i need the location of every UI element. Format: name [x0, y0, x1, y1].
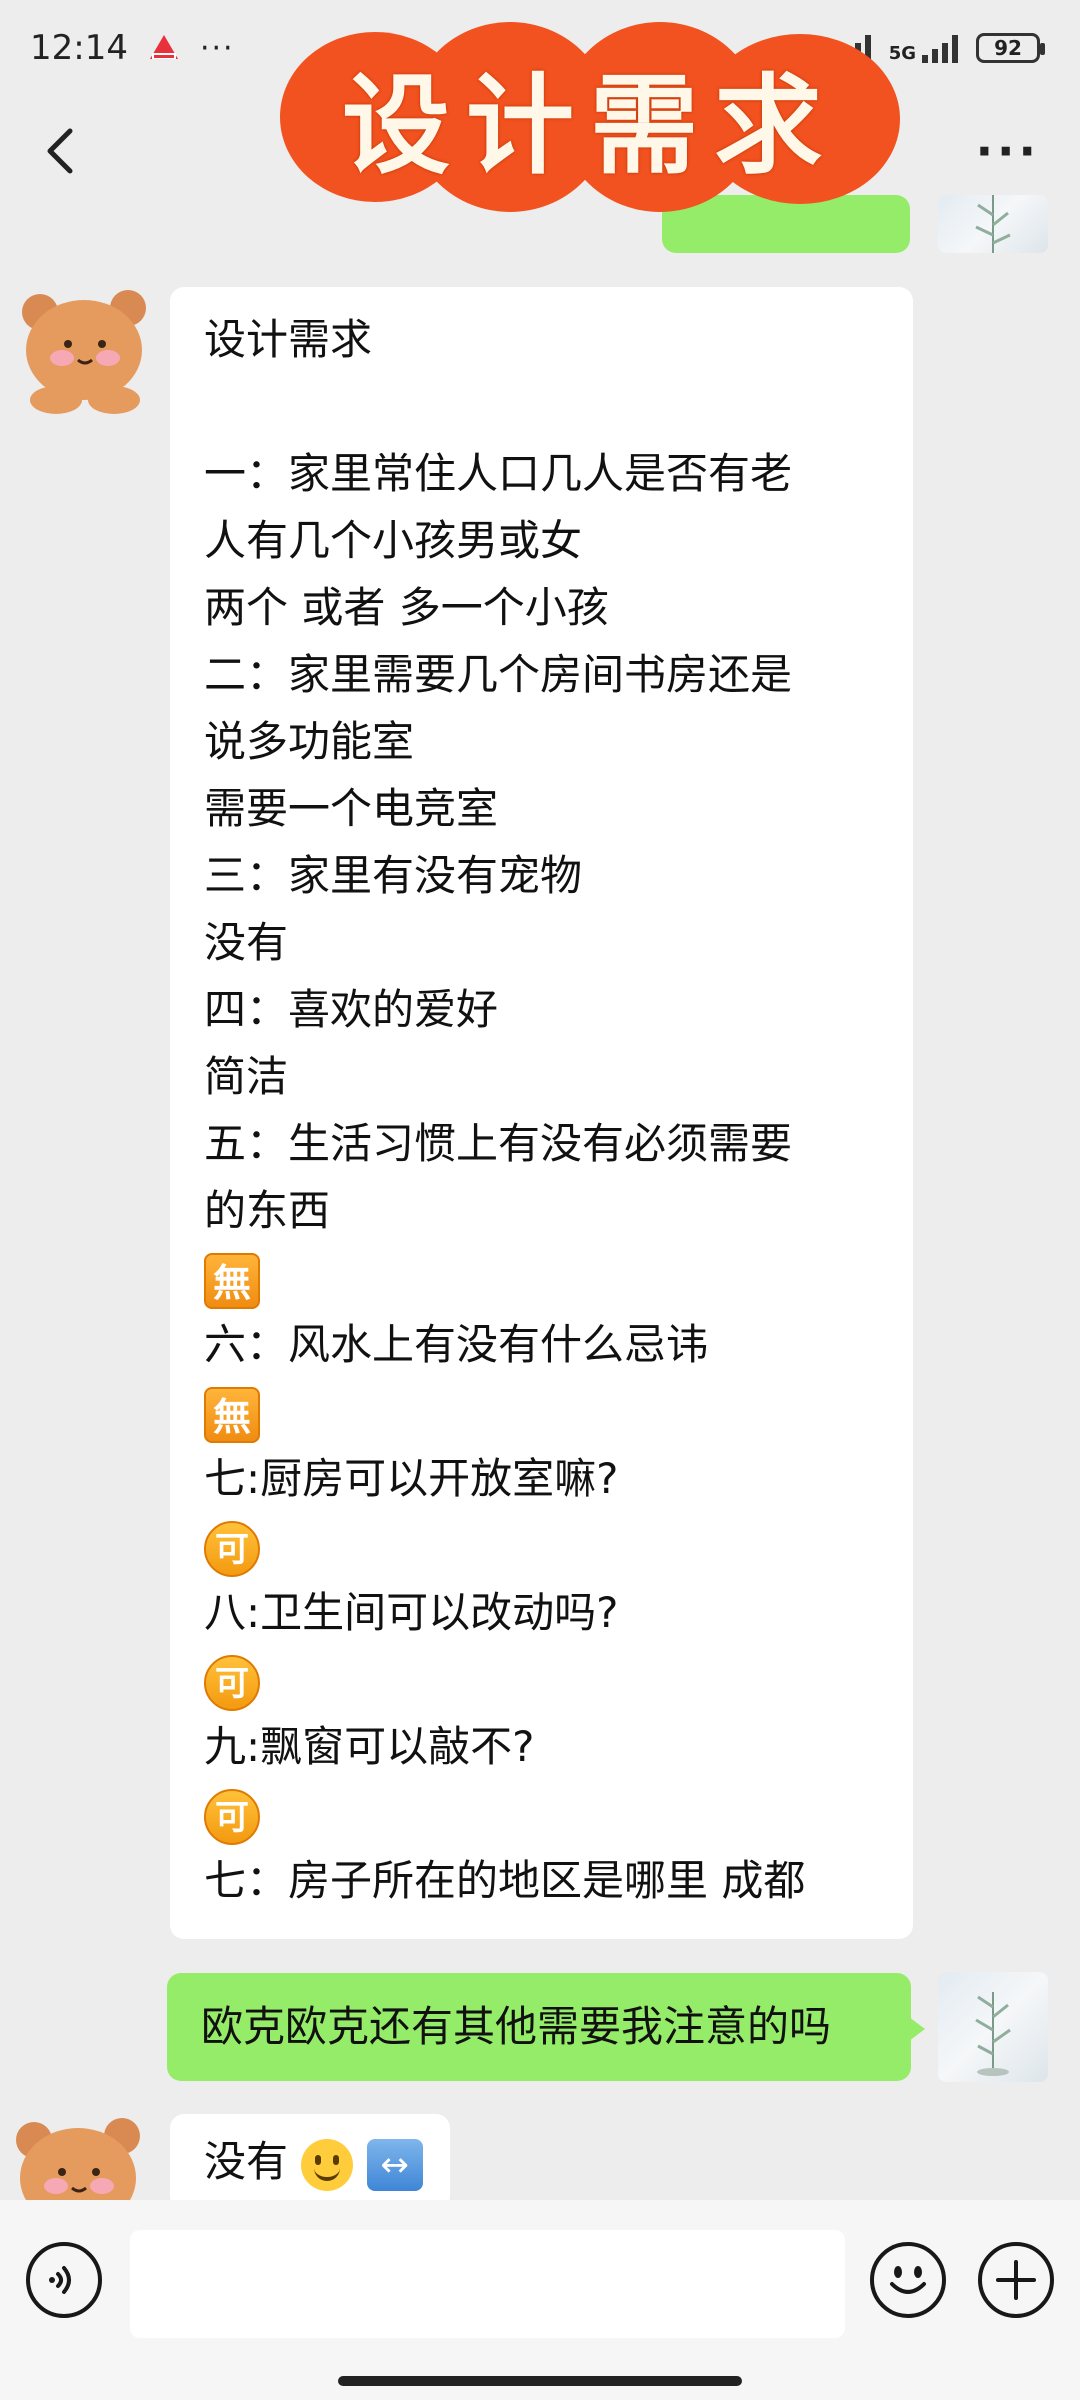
emoji-line: 無	[204, 1378, 879, 1445]
plant-icon	[975, 1992, 1011, 2076]
status-time: 12:14	[30, 28, 128, 68]
message-line: 没有 ↔	[204, 2128, 423, 2195]
message-line: 七:厨房可以开放室嘛?	[204, 1454, 619, 1503]
emoji-line: 可	[204, 1512, 879, 1579]
emoji-none-icon: 無	[204, 1386, 260, 1443]
more-options-icon[interactable]: ···	[976, 124, 1040, 178]
message-line: 需要一个电竞室	[204, 784, 499, 833]
notification-app-icon	[149, 35, 178, 59]
status-more-dots: ···	[199, 30, 235, 66]
message-line: 六：风水上有没有什么忌讳	[204, 1320, 709, 1369]
message-line: 八:卫生间可以改动吗?	[204, 1588, 619, 1637]
banner-title: 设计需求	[341, 63, 838, 189]
message-line: 简洁	[204, 1052, 289, 1101]
add-more-icon[interactable]	[978, 2242, 1054, 2318]
my-avatar-top[interactable]	[938, 195, 1048, 253]
contact-avatar-bear[interactable]	[10, 272, 160, 422]
left-right-arrow-emoji-icon: ↔	[366, 2138, 423, 2191]
message-line: 二：家里需要几个房间书房还是	[204, 650, 793, 699]
message-line: 设计需求	[204, 315, 373, 364]
message-text: 没有	[204, 2137, 289, 2186]
message-line: 九:飘窗可以敲不?	[204, 1722, 535, 1771]
voice-input-icon[interactable]	[26, 2242, 102, 2318]
message-bubble-reply[interactable]: 没有 ↔	[170, 2114, 450, 2210]
emoji-line: 可	[204, 1780, 879, 1847]
emoji-line: 可	[204, 1646, 879, 1713]
chat-input-bar	[0, 2200, 1080, 2400]
message-line: 人有几个小孩男或女	[204, 516, 583, 565]
message-text: 欧克欧克还有其他需要我注意的吗	[201, 2002, 832, 2051]
home-indicator[interactable]	[338, 2376, 742, 2386]
message-line: 一：家里常住人口几人是否有老	[204, 449, 793, 498]
status-left: 12:14 ···	[30, 28, 235, 68]
emoji-line: 無	[204, 1244, 879, 1311]
emoji-can-icon: 可	[204, 1520, 260, 1577]
message-line: 五：生活习惯上有没有必须需要	[204, 1119, 793, 1168]
emoji-can-icon: 可	[204, 1788, 260, 1845]
message-line: 三：家里有没有宠物	[204, 851, 583, 900]
message-line: 没有	[204, 918, 289, 967]
message-line: 两个 或者 多一个小孩	[204, 583, 609, 632]
plant-icon	[975, 195, 1011, 253]
emoji-none-icon: 無	[204, 1252, 260, 1309]
message-line: 四：喜欢的爱好	[204, 985, 499, 1034]
message-line: 说多功能室	[204, 717, 415, 766]
message-line: 七：房子所在的地区是哪里 成都	[204, 1856, 806, 1905]
slight-smile-emoji-icon	[301, 2138, 354, 2191]
title-banner: 设计需求	[280, 22, 900, 212]
message-bubble-requirements[interactable]: 设计需求 一：家里常住人口几人是否有老 人有几个小孩男或女 两个 或者 多一个小…	[170, 287, 913, 1939]
emoji-can-icon: 可	[204, 1654, 260, 1711]
my-avatar[interactable]	[938, 1972, 1048, 2082]
message-bubble-outgoing[interactable]: 欧克欧克还有其他需要我注意的吗	[167, 1973, 925, 2081]
back-arrow-icon[interactable]	[40, 121, 80, 181]
message-line: 的东西	[204, 1186, 331, 1235]
emoji-picker-icon[interactable]	[870, 2242, 946, 2318]
message-input[interactable]	[130, 2230, 845, 2338]
battery-icon: 92	[976, 33, 1045, 63]
message-line-blank	[204, 373, 879, 440]
